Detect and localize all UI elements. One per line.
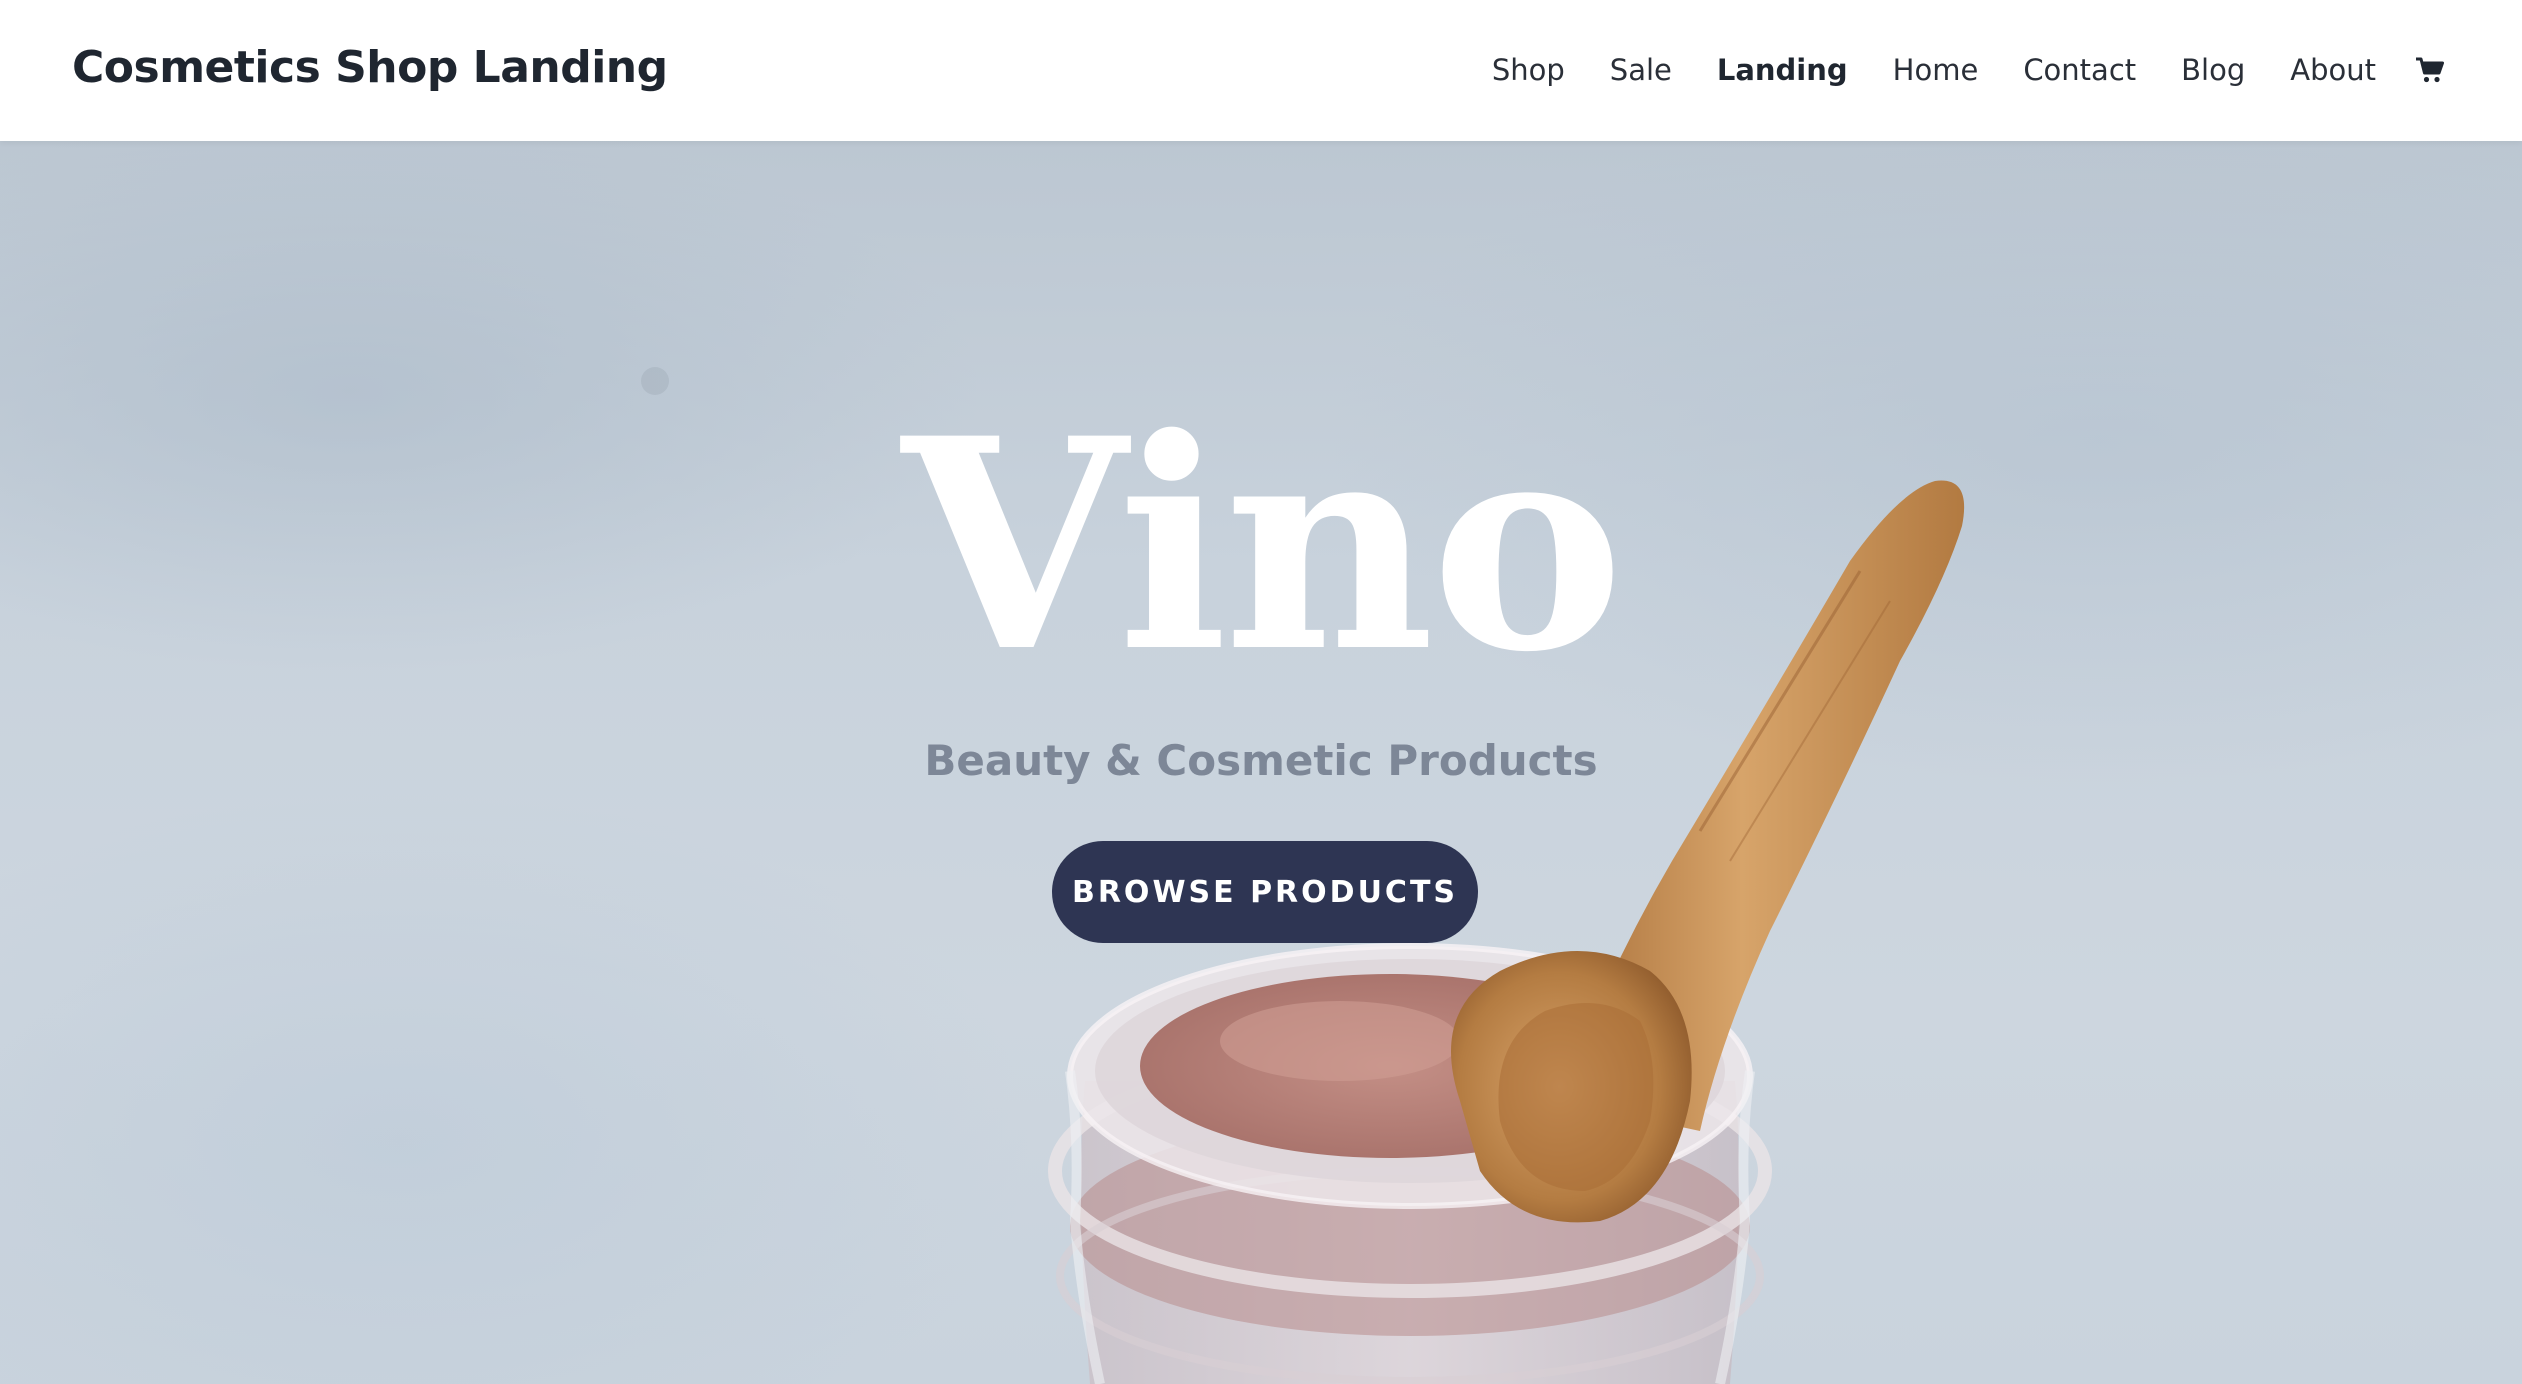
nav-item-blog[interactable]: Blog xyxy=(2181,48,2245,92)
nav-item-home[interactable]: Home xyxy=(1893,48,1979,92)
nav-item-sale[interactable]: Sale xyxy=(1610,48,1672,92)
nav-item-landing[interactable]: Landing xyxy=(1717,48,1848,92)
shopping-cart-icon[interactable] xyxy=(2414,54,2446,86)
site-header: Cosmetics Shop Landing Shop Sale Landing… xyxy=(0,0,2522,141)
browse-products-button[interactable]: BROWSE PRODUCTS xyxy=(1052,841,1478,943)
nav-item-contact[interactable]: Contact xyxy=(2023,48,2136,92)
hero-section: Vino Beauty & Cosmetic Products BROWSE P… xyxy=(0,141,2522,1384)
site-title[interactable]: Cosmetics Shop Landing xyxy=(72,40,668,96)
hero-heading: Vino xyxy=(901,376,1624,716)
hero-content: Vino Beauty & Cosmetic Products BROWSE P… xyxy=(0,141,2522,1384)
nav-item-shop[interactable]: Shop xyxy=(1492,48,1565,92)
hero-subtitle: Beauty & Cosmetic Products xyxy=(924,736,1598,785)
main-nav: Shop Sale Landing Home Contact Blog Abou… xyxy=(1492,48,2446,92)
nav-item-about[interactable]: About xyxy=(2290,48,2376,92)
